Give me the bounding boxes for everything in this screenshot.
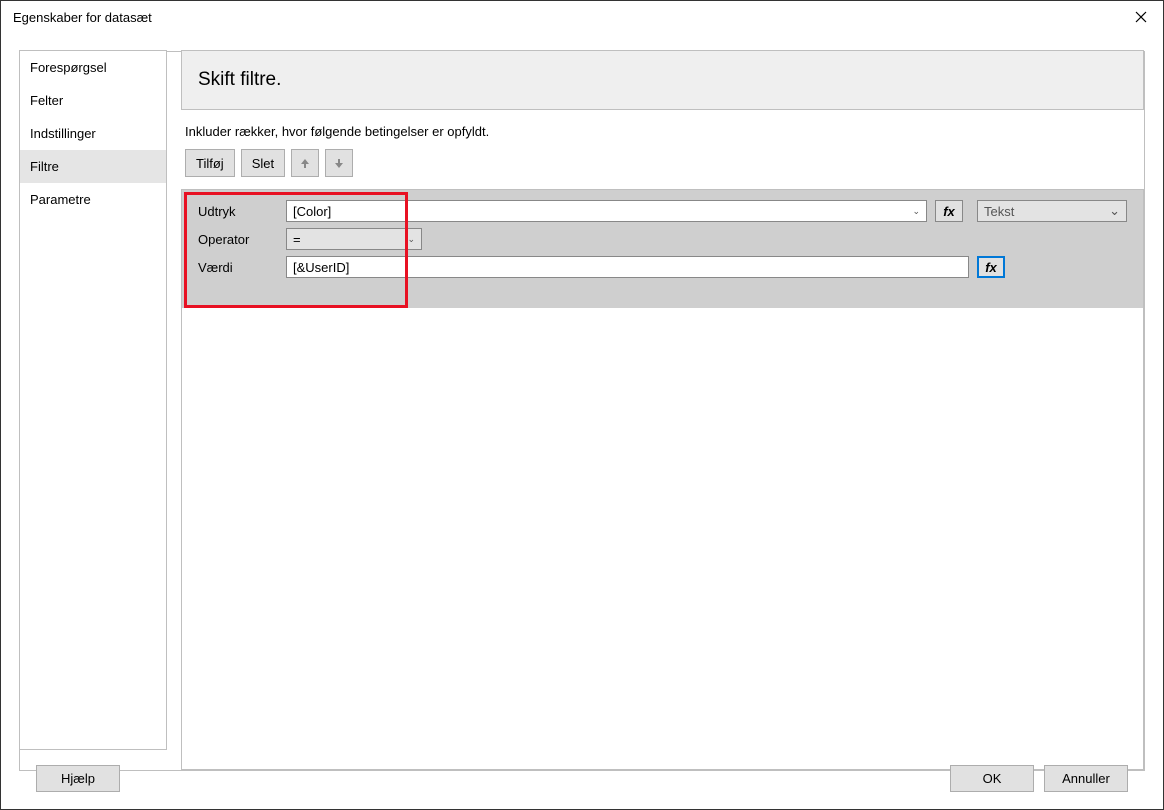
empty-area [182,308,1143,769]
type-combobox[interactable]: Tekst ⌄ [977,200,1127,222]
move-up-button[interactable] [291,149,319,177]
close-button[interactable] [1131,7,1151,27]
sidebar-item-filters[interactable]: Filtre [20,150,166,183]
sidebar-item-parameters[interactable]: Parametre [20,183,166,216]
expression-fx-button[interactable]: fx [935,200,963,222]
operator-combobox[interactable]: = ⌄ [286,228,422,250]
help-button[interactable]: Hjælp [36,765,120,792]
filter-row: Udtryk [Color] ⌄ fx Tekst ⌄ Operator [182,190,1143,308]
sidebar-item-label: Filtre [30,159,59,174]
chevron-down-icon: ⌄ [407,234,415,245]
chevron-down-icon: ⌄ [1109,203,1120,219]
value-fx-button[interactable]: fx [977,256,1005,278]
panel-header: Skift filtre. [181,50,1144,110]
panel-title: Skift filtre. [198,69,1127,91]
add-button[interactable]: Tilføj [185,149,235,177]
value-input[interactable] [286,256,969,278]
sidebar-item-label: Parametre [30,192,91,207]
arrow-up-icon [299,157,311,169]
dialog-footer: Hjælp OK Annuller [36,765,1128,792]
ok-button[interactable]: OK [950,765,1034,792]
filters-list: Udtryk [Color] ⌄ fx Tekst ⌄ Operator [181,189,1144,770]
titlebar: Egenskaber for datasæt [1,1,1163,33]
value-label: Værdi [198,260,278,275]
sidebar-item-label: Indstillinger [30,126,96,141]
sidebar-item-label: Felter [30,93,63,108]
operator-value: = [293,232,301,247]
operator-label: Operator [198,232,278,247]
instruction-text: Inkluder rækker, hvor følgende betingels… [185,110,1140,149]
toolbar: Tilføj Slet [185,149,1140,177]
arrow-down-icon [333,157,345,169]
dialog-body: Forespørgsel Felter Indstillinger Filtre… [19,51,1145,771]
main-panel: Skift filtre. Inkluder rækker, hvor følg… [181,50,1144,770]
type-value: Tekst [984,204,1014,219]
fx-icon: fx [985,260,997,275]
chevron-down-icon: ⌄ [912,206,920,217]
expression-label: Udtryk [198,204,278,219]
window-title: Egenskaber for datasæt [13,10,152,25]
expression-combobox[interactable]: [Color] ⌄ [286,200,927,222]
move-down-button[interactable] [325,149,353,177]
delete-button[interactable]: Slet [241,149,285,177]
sidebar: Forespørgsel Felter Indstillinger Filtre… [19,50,167,750]
sidebar-item-fields[interactable]: Felter [20,84,166,117]
filter-footer-bar [182,294,1143,308]
close-icon [1135,11,1147,23]
expression-value: [Color] [293,204,331,219]
fx-icon: fx [943,204,955,219]
sidebar-item-label: Forespørgsel [30,60,107,75]
sidebar-item-options[interactable]: Indstillinger [20,117,166,150]
cancel-button[interactable]: Annuller [1044,765,1128,792]
sidebar-item-query[interactable]: Forespørgsel [20,51,166,84]
